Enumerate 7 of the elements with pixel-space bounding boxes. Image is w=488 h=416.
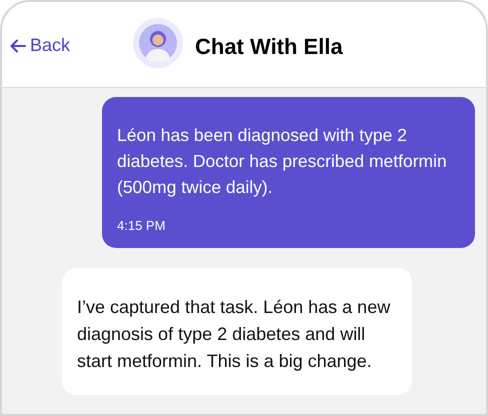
message-text: Léon has been diagnosed with type 2 diabetes. Doctor has prescribed metformin (500mg twice daily).	[117, 124, 448, 199]
message-time: 4:15 PM	[117, 217, 166, 235]
person-silhouette-icon	[139, 24, 177, 62]
chat-title: Chat With Ella	[195, 33, 343, 61]
arrow-left-icon	[10, 38, 26, 52]
back-button[interactable]: Back	[10, 32, 70, 59]
message-text: I’ve captured that task. Léon has a new diagnosis of type 2 diabetes and will start metformin. This is a big change.	[77, 296, 392, 373]
